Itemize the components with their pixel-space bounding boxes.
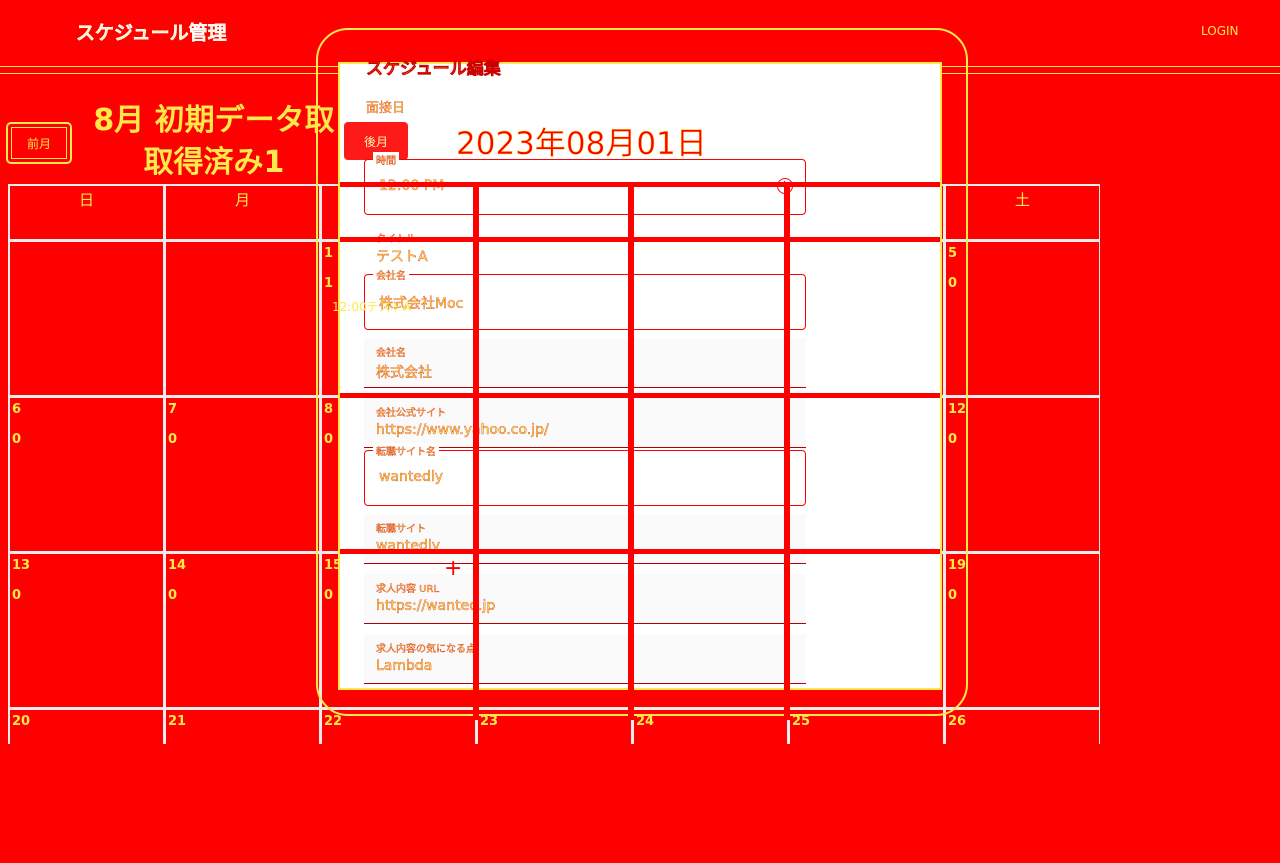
event-count: 0 — [948, 432, 958, 447]
day-number: 7 — [168, 402, 178, 417]
company-site-value: https://www.yahoo.co.jp/ — [376, 422, 549, 438]
calendar-day-cell[interactable]: 21 — [166, 710, 319, 863]
calendar-day-cell[interactable] — [10, 242, 163, 395]
day-number: 21 — [168, 714, 187, 729]
job-site-label: 転職サイト — [376, 524, 426, 535]
calendar-day-cell[interactable]: 23 — [478, 710, 631, 863]
day-number: 8 — [324, 402, 334, 417]
day-number: 6 — [12, 402, 22, 417]
day-number: 13 — [12, 558, 31, 573]
interview-date-label: 面接日 — [366, 101, 406, 116]
weekday-header: 月 — [166, 186, 319, 239]
app-title: スケジュール管理 — [76, 22, 227, 44]
calendar-day-cell[interactable]: 60 — [10, 398, 163, 551]
day-number: 20 — [12, 714, 31, 729]
job-site-select[interactable]: 転職サイト名 wantedly ⌄ — [364, 443, 806, 506]
day-number: 26 — [948, 714, 967, 729]
day-number: 19 — [948, 558, 967, 573]
title-field[interactable]: タイトル テストA — [364, 226, 806, 266]
grid-line — [340, 237, 940, 242]
grid-line — [340, 393, 940, 398]
company-site-field[interactable]: 会社公式サイト https://www.yahoo.co.jp/ — [364, 398, 806, 448]
event-preview[interactable]: 12:00テストA — [332, 298, 411, 315]
day-number: 23 — [480, 714, 499, 729]
event-count: 1 — [324, 276, 334, 291]
login-link[interactable]: LOGIN — [1201, 24, 1239, 38]
grid-line — [340, 549, 940, 554]
job-site-field[interactable]: 転職サイト wantedly — [364, 514, 806, 564]
month-title-line2: 取得済み1 — [143, 145, 285, 180]
grid-line — [784, 184, 790, 720]
prev-month-button[interactable]: 前月 — [6, 122, 72, 164]
calendar-day-cell[interactable]: 26 — [946, 710, 1099, 863]
job-site-select-label: 転職サイト名 — [373, 443, 439, 458]
add-icon[interactable]: + — [444, 558, 462, 580]
day-number: 22 — [324, 714, 343, 729]
event-count: 0 — [168, 588, 178, 603]
time-field[interactable]: 時間 12:00 PM — [364, 152, 806, 215]
event-count: 0 — [324, 588, 334, 603]
job-url-field[interactable]: 求人内容 URL https://wanted.jp — [364, 574, 806, 624]
calendar-day-cell[interactable]: 19 0 — [946, 554, 1099, 707]
day-number: 25 — [792, 714, 811, 729]
calendar-day-cell[interactable]: 24 — [634, 710, 787, 863]
company-name-value: 株式会社 — [376, 365, 432, 381]
calendar-day-cell[interactable]: 20 — [10, 710, 163, 863]
day-number: 24 — [636, 714, 655, 729]
event-count: 0 — [12, 588, 22, 603]
calendar-day-cell[interactable]: 50 — [946, 242, 1099, 395]
company-select[interactable]: 会社名 株式会社Moc ⌄ — [364, 267, 806, 330]
weekday-header: 土 — [946, 186, 1099, 239]
job-site-select-value: wantedly — [379, 469, 444, 485]
day-number: 14 — [168, 558, 187, 573]
concern-field[interactable]: 求人内容の気になる点 Lambda — [364, 634, 806, 684]
grid-line — [628, 184, 634, 720]
event-count: 0 — [948, 588, 958, 603]
company-site-label: 会社公式サイト — [376, 408, 446, 419]
calendar-day-cell[interactable]: 12 0 — [946, 398, 1099, 551]
company-name-field[interactable]: 会社名 株式会社 — [364, 338, 806, 388]
company-name-label: 会社名 — [376, 348, 406, 359]
time-label: 時間 — [373, 152, 399, 167]
weekday-header: 日 — [10, 186, 163, 239]
month-title: 8月 初期データ取 取得済み1 — [74, 100, 354, 184]
event-count: 0 — [324, 432, 334, 447]
event-count: 0 — [948, 276, 958, 291]
day-number: 12 — [948, 402, 967, 417]
job-url-label: 求人内容 URL — [376, 584, 440, 595]
event-count: 0 — [168, 432, 178, 447]
calendar-day-cell[interactable] — [166, 242, 319, 395]
concern-label: 求人内容の気になる点 — [376, 644, 476, 655]
calendar-day-cell[interactable]: 13 0 — [10, 554, 163, 707]
calendar-day-cell[interactable]: 70 — [166, 398, 319, 551]
calendar-day-cell[interactable]: 14 0 — [166, 554, 319, 707]
calendar-day-cell[interactable]: 25 — [790, 710, 943, 863]
interview-date-value[interactable]: 2023年08月01日 — [456, 118, 707, 163]
grid-line — [340, 182, 940, 187]
month-title-line1: 8月 初期データ取 — [93, 103, 335, 138]
concern-value: Lambda — [376, 658, 433, 674]
title-value: テストA — [376, 249, 428, 265]
calendar-day-cell[interactable]: 22 — [322, 710, 475, 863]
company-select-label: 会社名 — [373, 267, 409, 282]
event-count: 0 — [12, 432, 22, 447]
day-number: 5 — [948, 246, 958, 261]
grid-line — [473, 184, 479, 720]
modal-title: スケジュール編集 — [366, 59, 501, 80]
day-number: 1 — [324, 246, 334, 261]
